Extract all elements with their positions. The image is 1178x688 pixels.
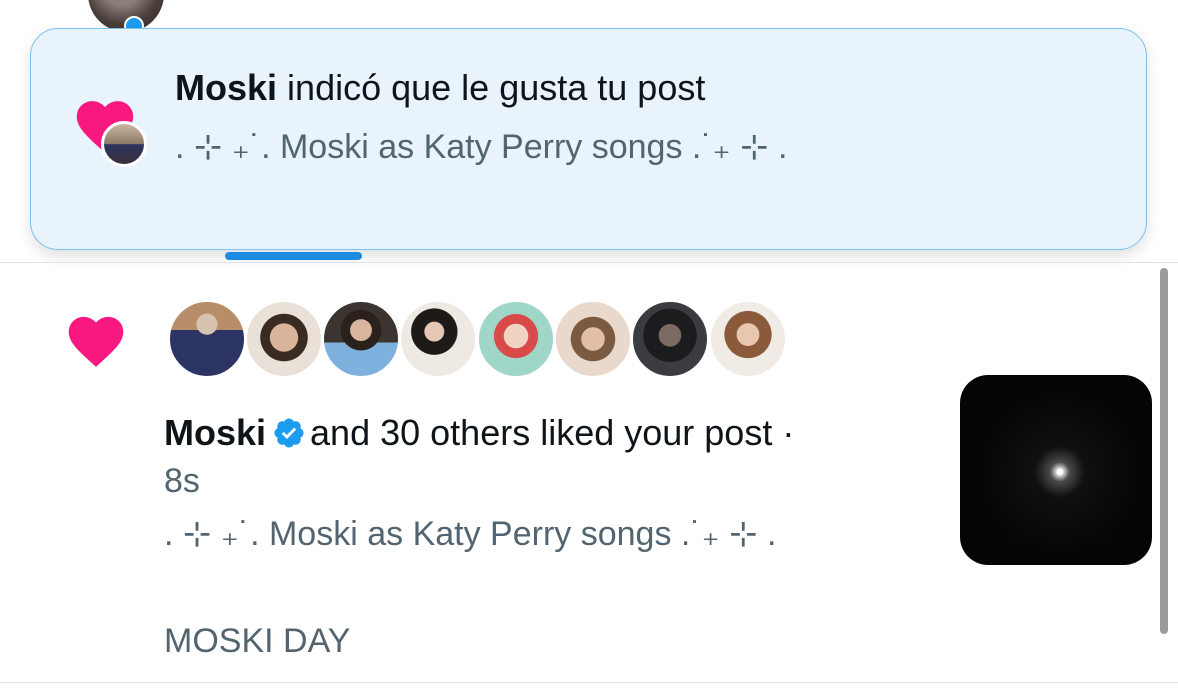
avatar[interactable]	[245, 300, 323, 378]
verified-badge-icon	[274, 418, 304, 448]
toast-progress-bar	[225, 252, 362, 260]
divider	[0, 682, 1178, 683]
toast-action: indicó que le gusta tu post	[287, 67, 706, 108]
divider	[0, 262, 1178, 263]
notification-title: Moski and 30 others liked your post ·	[164, 412, 794, 454]
avatar[interactable]	[399, 300, 477, 378]
notification-action: and 30 others liked your post ·	[310, 412, 795, 453]
post-thumbnail[interactable]	[960, 375, 1152, 565]
heart-icon	[68, 316, 124, 367]
notification-timestamp: 8s	[164, 462, 200, 500]
notification-post-title: . ⊹ ₊˙. Moski as Katy Perry songs .˙₊ ⊹ …	[164, 515, 777, 553]
avatar[interactable]	[554, 300, 632, 378]
notifications-page: Moski indicó que le gusta tu post . ⊹ ₊˙…	[0, 0, 1178, 688]
like-toast[interactable]: Moski indicó que le gusta tu post . ⊹ ₊˙…	[30, 28, 1147, 250]
avatar[interactable]	[631, 300, 709, 378]
avatar[interactable]	[101, 121, 147, 167]
avatar[interactable]	[168, 300, 246, 378]
avatar[interactable]	[477, 300, 555, 378]
toast-username[interactable]: Moski	[175, 67, 277, 108]
scrollbar[interactable]	[1160, 268, 1168, 634]
avatar[interactable]	[322, 300, 400, 378]
toast-title: Moski indicó que le gusta tu post	[175, 67, 705, 109]
toast-post-title: . ⊹ ₊˙. Moski as Katy Perry songs .˙₊ ⊹ …	[175, 128, 788, 166]
notification-post-extra: MOSKI DAY	[164, 622, 351, 660]
notification-username[interactable]: Moski	[164, 412, 266, 453]
avatar[interactable]	[709, 300, 787, 378]
